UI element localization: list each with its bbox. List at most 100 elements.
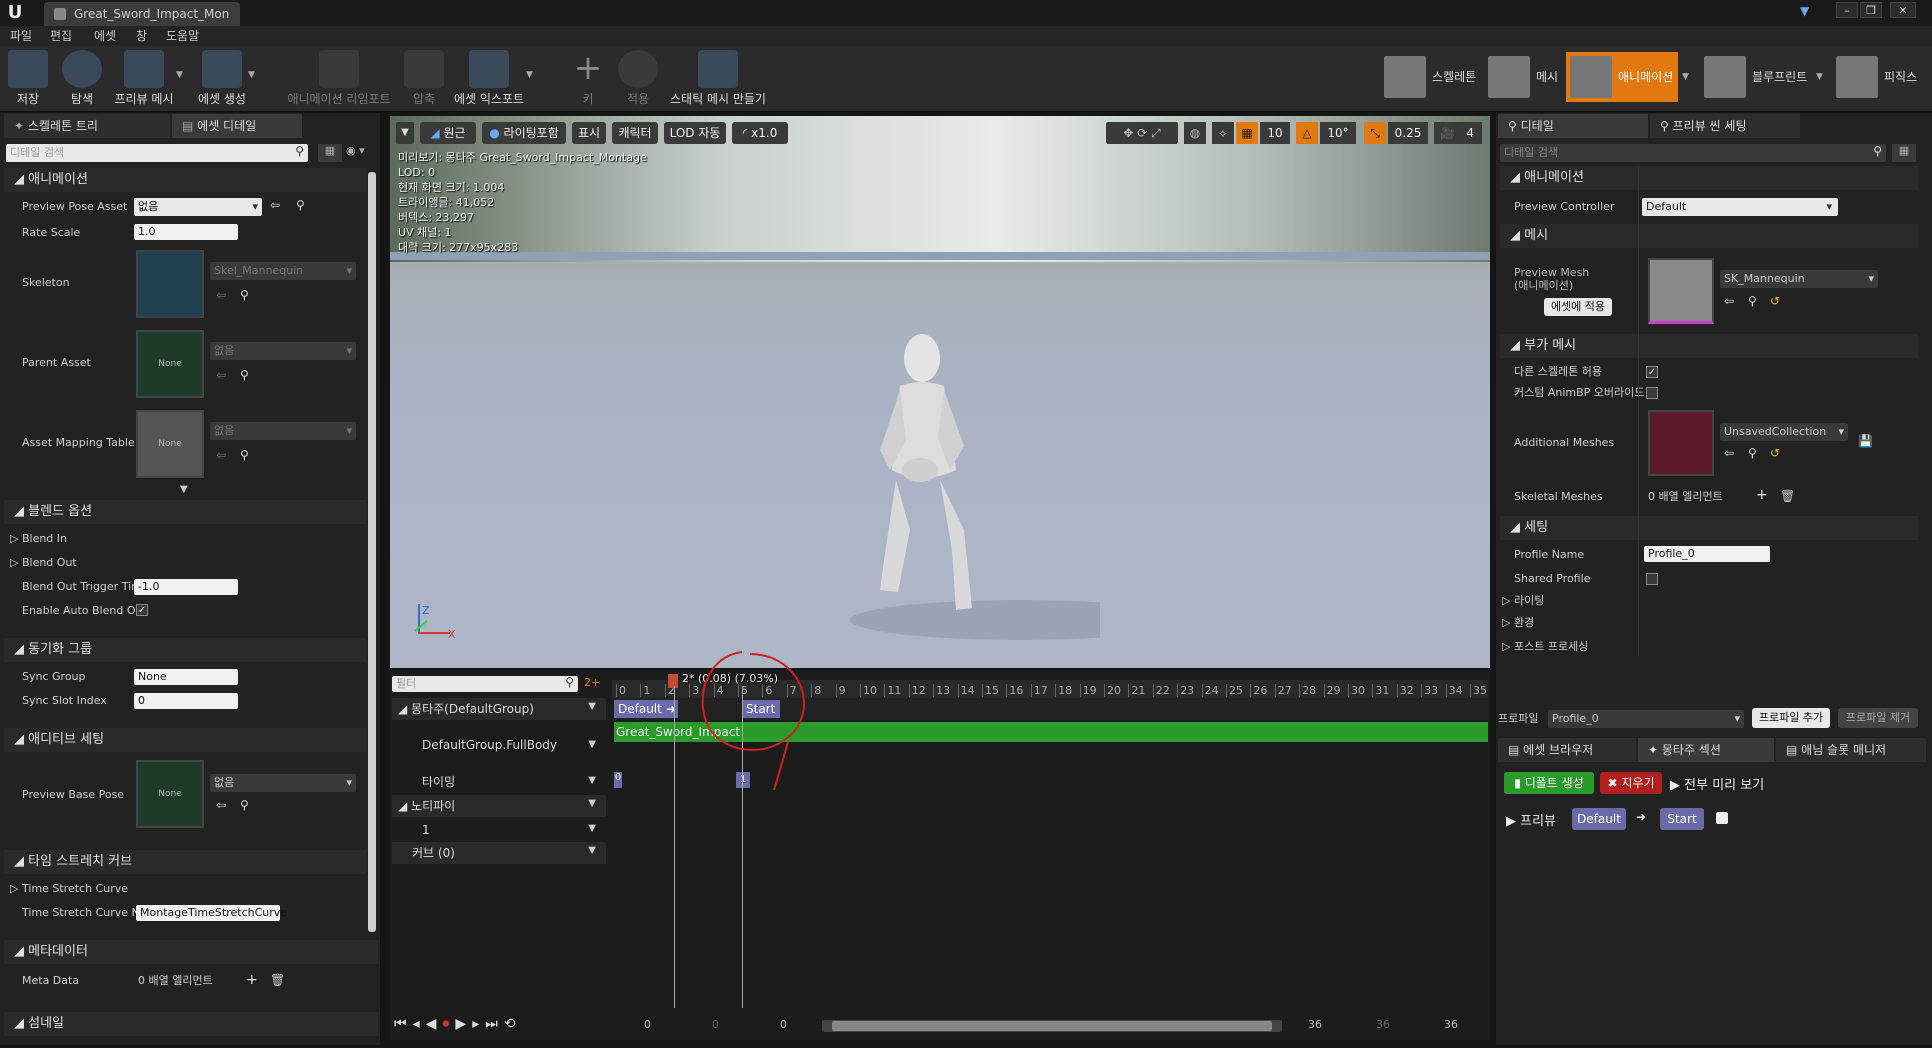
tab-asset-browser[interactable]: ▤ 에셋 브라우저 xyxy=(1498,738,1636,762)
browse-magnifier-icon[interactable]: ⚲ xyxy=(240,798,249,812)
preview-pose-asset-combo[interactable]: 없음 ▾ xyxy=(134,198,262,216)
custom-animbp-checkbox[interactable] xyxy=(1646,387,1658,399)
section-sync-group[interactable]: ◢ 동기화 그룹 xyxy=(4,638,366,662)
play-reverse-icon[interactable]: ◀ xyxy=(426,1016,443,1032)
mode-skeleton[interactable]: 스켈레톤 xyxy=(1380,52,1490,102)
remove-profile-button[interactable]: 프로파일 제거 xyxy=(1838,708,1918,728)
tab-details[interactable]: ⚲ 디테일 xyxy=(1498,114,1648,138)
apply-to-asset-button[interactable]: 에셋에 적용 xyxy=(1544,298,1612,316)
right-section-additional-mesh[interactable]: ◢ 부가 메시 xyxy=(1500,334,1918,358)
transform-tools[interactable]: ✥ ⟳ ⤢ xyxy=(1106,122,1178,144)
left-search-input[interactable]: 디테일 검색 ⚲ xyxy=(6,144,308,162)
create-asset-button[interactable]: 에셋 생성 xyxy=(194,48,250,108)
mode-mesh[interactable]: 메시 xyxy=(1484,52,1564,102)
preview-all-button[interactable]: ▶ 전부 미리 보기 xyxy=(1670,774,1764,793)
document-tab[interactable]: Great_Sword_Impact_Mon xyxy=(44,2,240,26)
record-icon[interactable]: ⏺ xyxy=(442,1016,455,1032)
to-start-icon[interactable]: ⏮ xyxy=(394,1016,413,1032)
section-start-button[interactable]: Start xyxy=(1660,808,1704,830)
clear-button[interactable]: ✖ 지우기 xyxy=(1600,772,1662,794)
preview-base-pose-thumbnail[interactable]: None xyxy=(136,760,204,828)
reset-arrow-icon[interactable]: ↺ xyxy=(1770,294,1780,308)
timing-marker-start[interactable]: 0 xyxy=(614,772,622,788)
right-section-mesh[interactable]: ◢ 메시 xyxy=(1500,224,1918,248)
use-selected-arrow-icon[interactable]: ⇦ xyxy=(216,798,226,812)
browse-magnifier-icon[interactable]: ⚲ xyxy=(1748,294,1757,308)
reset-arrow-icon[interactable]: ↺ xyxy=(1770,446,1780,460)
tab-asset-details[interactable]: ▤ 에셋 디테일 xyxy=(172,114,302,138)
section-metadata[interactable]: ◢ 메타데이터 xyxy=(4,940,378,964)
track-notify-1[interactable]: 1 ▼ xyxy=(392,820,606,840)
auto-blend-out-checkbox[interactable]: ✓ xyxy=(136,604,148,616)
track-timing[interactable]: 타이밍 ▼ xyxy=(392,772,606,792)
mode-blueprint[interactable]: 블루프린트 xyxy=(1700,52,1820,102)
grid-snap-value[interactable]: 10 xyxy=(1260,122,1290,144)
loop-icon[interactable]: ⟲ xyxy=(504,1016,522,1032)
skeleton-thumbnail[interactable] xyxy=(136,250,204,318)
tab-skeleton-tree[interactable]: ✦ 스켈레톤 트리 xyxy=(4,114,170,138)
use-selected-arrow-icon[interactable]: ⇦ xyxy=(1724,294,1734,308)
export-asset-button[interactable]: 에셋 익스포트 xyxy=(452,48,526,108)
make-static-mesh-button[interactable]: 스태틱 메시 만들기 xyxy=(668,48,768,108)
browse-magnifier-icon[interactable]: ⚲ xyxy=(240,368,249,382)
to-end-icon[interactable]: ⏭ xyxy=(485,1016,504,1032)
menu-edit[interactable]: 편집 xyxy=(50,26,72,46)
expand-advanced-icon[interactable]: ▼ xyxy=(180,484,188,495)
browse-magnifier-icon[interactable]: ⚲ xyxy=(240,448,249,462)
grid-snap-icon[interactable]: ▦ xyxy=(1236,122,1258,144)
section-blend-options[interactable]: ◢ 블렌드 옵션 xyxy=(4,500,366,524)
timeline-filter-input[interactable]: 필터 ⚲ xyxy=(392,675,578,692)
post-processing-row[interactable]: ▷ 포스트 프로세싱 xyxy=(1502,636,1588,658)
track-montage-group[interactable]: ◢ 몽타주(DefaultGroup) ▼ xyxy=(392,698,606,720)
section-additive-settings[interactable]: ◢ 애디티브 세팅 xyxy=(4,728,366,752)
tab-anim-slot-manager[interactable]: ▤ 애님 슬롯 매니저 xyxy=(1776,738,1926,762)
menu-asset[interactable]: 에셋 xyxy=(94,26,116,46)
parent-asset-thumbnail[interactable]: None xyxy=(136,330,204,398)
tab-montage-sections[interactable]: ✦ 몽타주 섹션 xyxy=(1638,738,1774,762)
time-stretch-curve-row[interactable]: ▷ Time Stretch Curve xyxy=(10,878,128,900)
preview-button[interactable]: ▶ 프리뷰 xyxy=(1506,810,1556,829)
preview-controller-combo[interactable]: Default ▾ xyxy=(1642,198,1838,216)
sync-slot-index-input[interactable]: 0 xyxy=(134,693,238,709)
timeline-scrollbar-thumb[interactable] xyxy=(832,1021,1272,1031)
apply-button[interactable]: 적용 xyxy=(618,48,658,108)
preview-mesh-button[interactable]: 프리뷰 메시 xyxy=(112,48,176,108)
view-options-grid-icon[interactable]: ▦ xyxy=(318,144,342,162)
save-collection-icon[interactable]: 💾 xyxy=(1858,434,1873,448)
play-icon[interactable]: ▶ xyxy=(455,1016,472,1032)
lod-auto-button[interactable]: LOD 자동 xyxy=(664,122,726,144)
feedback-icon[interactable]: ▼ xyxy=(1800,4,1816,18)
section-loop-toggle[interactable] xyxy=(1716,812,1728,824)
timeline-scrollbar[interactable] xyxy=(822,1020,1282,1032)
browse-magnifier-icon[interactable]: ⚲ xyxy=(1748,446,1757,460)
menu-help[interactable]: 도움말 xyxy=(166,26,199,46)
scale-snap-value[interactable]: 0.25 xyxy=(1388,122,1428,144)
add-profile-button[interactable]: 프로파일 추가 xyxy=(1752,708,1830,728)
environment-row[interactable]: ▷ 환경 xyxy=(1502,612,1534,634)
surface-snap-icon[interactable]: ⟡ xyxy=(1212,122,1234,144)
mode-animation[interactable]: 애니메이션 xyxy=(1566,52,1678,102)
add-element-plus-icon[interactable]: + xyxy=(246,972,258,988)
sync-group-input[interactable]: None xyxy=(134,669,238,685)
preview-mesh-dropdown-icon[interactable]: ▼ xyxy=(176,70,183,80)
rotation-snap-value[interactable]: 10° xyxy=(1320,122,1356,144)
use-selected-arrow-icon[interactable]: ⇦ xyxy=(270,198,280,212)
blend-out-trigger-input[interactable]: -1.0 xyxy=(134,579,238,595)
minimize-button[interactable]: – xyxy=(1836,2,1858,18)
section-animation[interactable]: ◢ 애니메이션 xyxy=(4,168,366,192)
additional-meshes-thumbnail[interactable] xyxy=(1648,410,1714,476)
section-default-button[interactable]: Default xyxy=(1572,808,1626,830)
asset-mapping-thumbnail[interactable]: None xyxy=(136,410,204,478)
time-stretch-curve-name-input[interactable]: MontageTimeStretchCurve xyxy=(136,905,287,921)
right-view-options-icon[interactable]: ▦ xyxy=(1892,144,1916,162)
right-section-settings[interactable]: ◢ 세팅 xyxy=(1500,516,1918,540)
export-dropdown-icon[interactable]: ▼ xyxy=(526,70,533,80)
browse-button[interactable]: 탐색 xyxy=(60,48,104,108)
animation-mode-dropdown-icon[interactable]: ▼ xyxy=(1682,72,1689,82)
create-default-button[interactable]: ▮ 디폴트 생성 xyxy=(1504,772,1594,794)
create-asset-dropdown-icon[interactable]: ▼ xyxy=(248,70,255,80)
playback-speed-button[interactable]: ◜ x1.0 xyxy=(732,122,788,144)
character-button[interactable]: 캐릭터 xyxy=(612,122,658,144)
profile-combo[interactable]: Profile_0 ▾ xyxy=(1548,710,1744,728)
section-thumbnail[interactable]: ◢ 섬네일 xyxy=(4,1012,378,1036)
